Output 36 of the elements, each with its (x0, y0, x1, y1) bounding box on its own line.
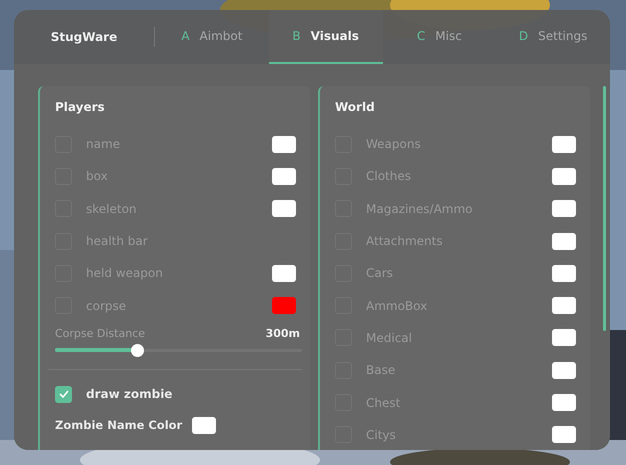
checkmark-icon (58, 390, 68, 398)
color-swatch[interactable] (552, 394, 576, 412)
color-swatch[interactable] (272, 264, 296, 282)
slider-label: Corpse Distance (55, 326, 146, 342)
slider-thumb[interactable] (130, 344, 144, 357)
color-swatch[interactable] (272, 297, 296, 314)
color-swatch[interactable] (272, 168, 296, 185)
tab[interactable]: B Visuals (268, 10, 382, 64)
color-swatch[interactable] (552, 297, 576, 314)
tab-key: C (416, 27, 426, 45)
tab-key: A (181, 27, 190, 45)
scrollbar[interactable] (603, 86, 606, 331)
slider-value: 300m (266, 326, 300, 342)
color-swatch[interactable] (192, 416, 216, 434)
tab[interactable]: C Misc (382, 10, 496, 64)
color-swatch[interactable] (552, 136, 576, 153)
color-swatch[interactable] (552, 329, 576, 346)
checkbox[interactable] (55, 386, 72, 403)
option-label: draw zombie (86, 386, 172, 404)
color-swatch[interactable] (552, 232, 576, 250)
color-swatch[interactable] (552, 168, 576, 185)
color-swatch[interactable] (272, 136, 296, 153)
color-swatch[interactable] (552, 362, 576, 379)
color-swatch[interactable] (552, 426, 576, 444)
tab[interactable]: D Settings (496, 10, 610, 64)
tab[interactable]: A Aimbot (155, 10, 269, 64)
color-swatch[interactable] (272, 200, 296, 218)
brand-title: StugWare (50, 29, 118, 46)
panel-title: Players (55, 99, 105, 116)
option-label: Zombie Name Color (55, 416, 182, 434)
tab-key: D (518, 27, 528, 45)
tab-key: B (292, 27, 301, 45)
color-swatch[interactable] (552, 264, 576, 282)
color-swatch[interactable] (552, 200, 576, 218)
panel-title: World (335, 99, 375, 116)
slider[interactable] (55, 343, 302, 358)
